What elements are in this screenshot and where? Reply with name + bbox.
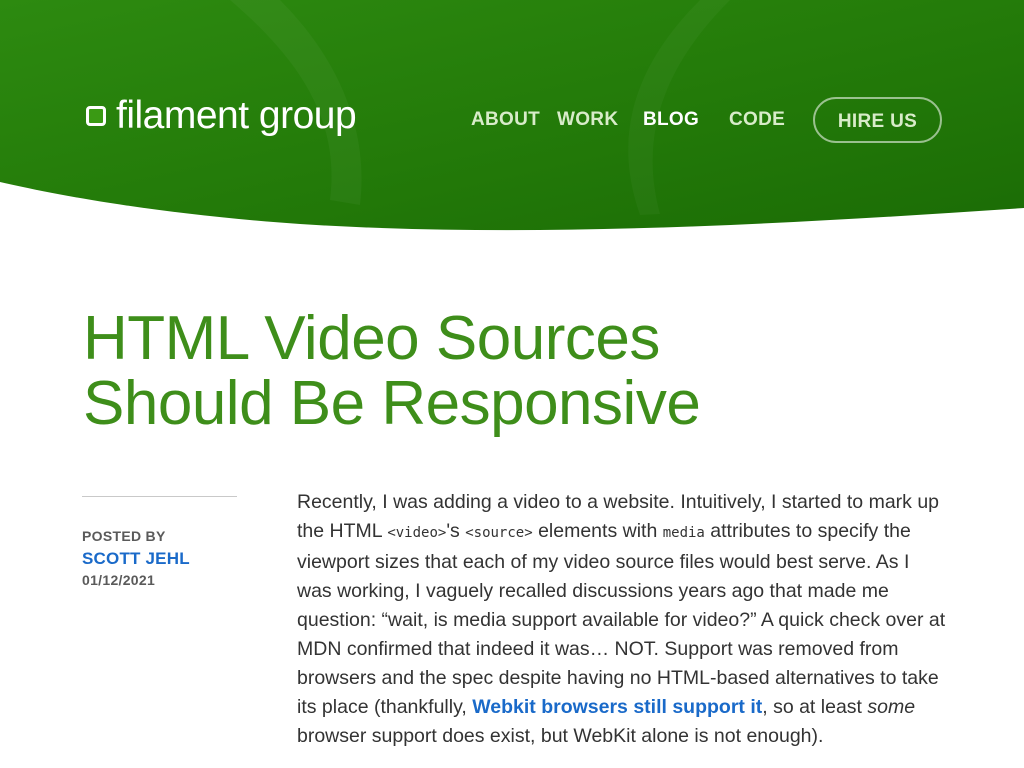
post-date: 01/12/2021 [82, 572, 156, 588]
nav-item-blog[interactable]: BLOG [643, 97, 699, 143]
paragraph-text: 's [446, 520, 466, 542]
inline-code-media: media [662, 525, 705, 541]
article-title-line-2: Should Be Responsive [83, 369, 701, 438]
inline-code-source: <source> [465, 525, 533, 541]
author-link[interactable]: SCOTT JEHL [82, 549, 282, 569]
nav-item-work[interactable]: WORK [557, 97, 618, 143]
paragraph-text: attributes to specify the viewport sizes… [297, 520, 946, 718]
meta-divider [82, 496, 237, 497]
article-title: HTML Video Sources Should Be Responsive [83, 304, 701, 438]
paragraph-text: , so at least [762, 696, 868, 718]
logo-text: filament group [116, 94, 357, 137]
nav-item-code[interactable]: CODE [729, 97, 785, 143]
article-paragraph: Recently, I was adding a video to a webs… [297, 488, 947, 751]
nav-item-about[interactable]: ABOUT [471, 97, 540, 143]
webkit-support-link[interactable]: Webkit browsers still support it [472, 696, 762, 718]
site-header: filament group ABOUT WORK BLOG CODE HIRE… [0, 0, 1024, 240]
logo-link[interactable]: filament group [86, 94, 357, 137]
posted-by-label: POSTED BY [82, 528, 166, 544]
post-meta: POSTED BY SCOTT JEHL 01/12/2021 [82, 528, 282, 588]
paragraph-text: browser support does exist, but WebKit a… [297, 725, 824, 747]
hire-us-button[interactable]: HIRE US [813, 97, 942, 143]
inline-code-video: <video> [387, 525, 447, 541]
article-title-line-1: HTML Video Sources [83, 304, 660, 373]
logo-square-icon [86, 105, 106, 126]
emphasis-some: some [867, 696, 916, 718]
paragraph-text: elements with [532, 520, 663, 542]
